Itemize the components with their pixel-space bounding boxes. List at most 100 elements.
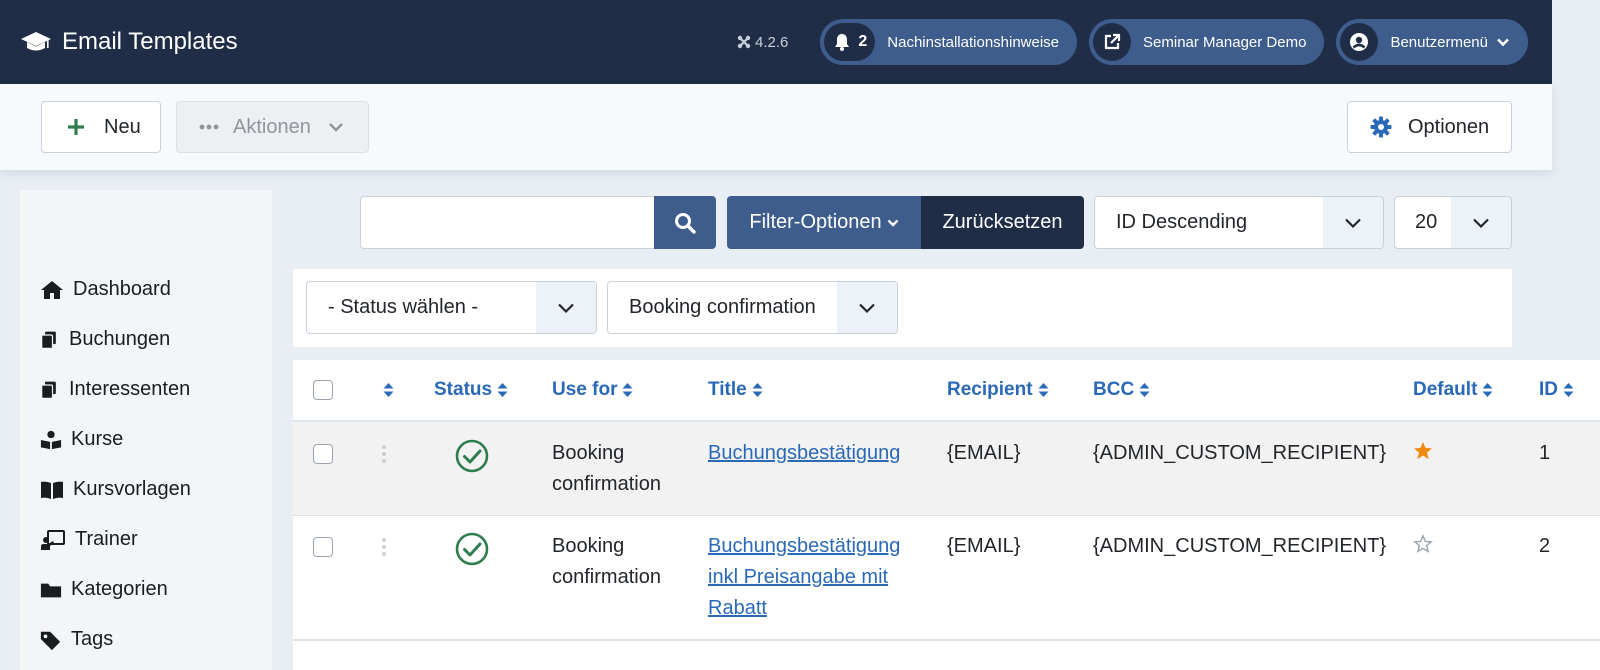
plus-icon bbox=[68, 119, 84, 135]
star-outline-icon[interactable] bbox=[1413, 534, 1433, 554]
sidebar-item-label: Dashboard bbox=[73, 278, 171, 300]
sidebar-item-label: Buchungen bbox=[69, 328, 171, 350]
chevron-down-icon bbox=[1345, 218, 1361, 228]
user-menu-label: Benutzermenü bbox=[1390, 33, 1488, 51]
new-button-label: Neu bbox=[104, 115, 141, 138]
title-column-header[interactable]: Title bbox=[708, 360, 763, 420]
chalkboard-teacher-icon bbox=[41, 529, 65, 550]
sidebar-item-label: Tags bbox=[71, 628, 114, 650]
options-label: Optionen bbox=[1408, 115, 1490, 138]
copy-icon bbox=[41, 331, 56, 349]
new-button[interactable]: Neu bbox=[41, 101, 161, 153]
sort-icon bbox=[383, 383, 394, 397]
search-input[interactable] bbox=[360, 196, 654, 249]
sidebar-item-kategorien[interactable]: Kategorien bbox=[40, 578, 168, 601]
sidebar-item-dashboard[interactable]: Dashboard bbox=[40, 278, 171, 301]
table-row: Booking confirmation Buchungsbestätigung… bbox=[293, 516, 1600, 641]
sidebar-item-label: Trainer bbox=[75, 528, 138, 550]
status-column-header[interactable]: Status bbox=[434, 360, 508, 420]
limit-select[interactable]: 20 bbox=[1394, 196, 1512, 249]
copy-icon bbox=[41, 381, 56, 399]
book-reader-icon bbox=[40, 430, 62, 449]
ellipsis-icon bbox=[199, 124, 219, 130]
external-link-icon bbox=[1104, 33, 1121, 50]
bell-icon bbox=[835, 34, 850, 51]
options-button[interactable]: Optionen bbox=[1347, 101, 1512, 153]
sidebar-item-interessenten[interactable]: Interessenten bbox=[40, 378, 190, 401]
sidebar-item-kursvorlagen[interactable]: Kursvorlagen bbox=[40, 478, 191, 501]
sort-icon bbox=[1139, 383, 1150, 397]
sort-icon bbox=[1563, 383, 1574, 397]
sidebar-item-label: Kurse bbox=[71, 428, 124, 450]
published-check-icon[interactable] bbox=[455, 439, 489, 473]
template-title-link[interactable]: Buchungsbestätigung inkl Preisangabe mit… bbox=[708, 531, 900, 624]
sidebar-item-label: Interessenten bbox=[69, 378, 191, 400]
use-for-column-header[interactable]: Use for bbox=[552, 360, 633, 420]
sidebar-item-tags[interactable]: Tags bbox=[40, 628, 113, 651]
sort-icon bbox=[1482, 383, 1493, 397]
status-filter-select[interactable]: - Status wählen - bbox=[306, 281, 597, 334]
search-button[interactable] bbox=[654, 196, 716, 249]
ordering-select[interactable]: ID Descending bbox=[1094, 196, 1384, 249]
use-for-cell: Booking confirmation bbox=[552, 535, 661, 588]
bcc-column-header[interactable]: BCC bbox=[1093, 360, 1150, 420]
recipient-cell: {EMAIL} bbox=[947, 442, 1021, 464]
sidebar-item-label: Kursvorlagen bbox=[73, 478, 191, 500]
graduation-cap-icon bbox=[21, 32, 51, 51]
bcc-cell: {ADMIN_CUSTOM_RECIPIENT} bbox=[1093, 535, 1387, 557]
sidebar-item-label: Kategorien bbox=[71, 578, 168, 600]
table-row: Booking confirmation Buchungsbestätigung… bbox=[293, 422, 1600, 516]
view-site-label: Seminar Manager Demo bbox=[1143, 33, 1307, 51]
row-checkbox[interactable] bbox=[313, 444, 333, 464]
use-for-filter-select[interactable]: Booking confirmation bbox=[607, 281, 898, 334]
sort-icon bbox=[622, 383, 633, 397]
drag-handle-icon[interactable] bbox=[381, 537, 387, 557]
row-checkbox[interactable] bbox=[313, 537, 333, 557]
home-icon bbox=[41, 280, 63, 299]
id-cell: 2 bbox=[1539, 535, 1551, 557]
id-column-header[interactable]: ID bbox=[1539, 360, 1574, 420]
table-header: Status Use for Title Recipient BCC Defau… bbox=[293, 360, 1600, 422]
limit-value: 20 bbox=[1415, 211, 1438, 233]
chevron-down-icon bbox=[1497, 38, 1509, 47]
star-filled-icon[interactable] bbox=[1413, 441, 1433, 461]
recipient-column-header[interactable]: Recipient bbox=[947, 360, 1049, 420]
gear-icon bbox=[1370, 116, 1392, 138]
sort-icon bbox=[497, 383, 508, 397]
default-column-header[interactable]: Default bbox=[1413, 360, 1493, 420]
template-title-link[interactable]: Buchungsbestätigung bbox=[708, 438, 900, 469]
use-for-filter-value: Booking confirmation bbox=[629, 296, 816, 318]
joomla-icon bbox=[737, 35, 751, 49]
actions-label: Aktionen bbox=[233, 115, 311, 138]
sort-icon bbox=[752, 383, 763, 397]
published-check-icon[interactable] bbox=[455, 532, 489, 566]
post-install-messages-button[interactable]: 2 Nachinstallationshinweise bbox=[820, 19, 1078, 65]
recipient-cell: {EMAIL} bbox=[947, 535, 1021, 557]
sidebar-item-kurse[interactable]: Kurse bbox=[40, 428, 123, 451]
sidebar-item-trainer[interactable]: Trainer bbox=[40, 528, 138, 551]
ordering-value: ID Descending bbox=[1116, 211, 1248, 233]
chevron-down-icon bbox=[887, 219, 898, 227]
post-install-label: Nachinstallationshinweise bbox=[887, 33, 1060, 51]
version-label: 4.2.6 bbox=[754, 33, 789, 51]
view-site-button[interactable]: Seminar Manager Demo bbox=[1089, 19, 1325, 65]
filter-options-button[interactable]: Filter-Optionen bbox=[727, 196, 921, 249]
folder-icon bbox=[40, 583, 62, 597]
ordering-sort-header[interactable] bbox=[378, 360, 394, 420]
status-filter-value: - Status wählen - bbox=[328, 296, 479, 318]
sidebar-item-buchungen[interactable]: Buchungen bbox=[40, 328, 170, 351]
bcc-cell: {ADMIN_CUSTOM_RECIPIENT} bbox=[1093, 442, 1387, 464]
chevron-down-icon bbox=[558, 303, 574, 313]
actions-dropdown[interactable]: Aktionen bbox=[176, 101, 369, 153]
brand: Email Templates bbox=[20, 28, 238, 56]
notification-count: 2 bbox=[858, 33, 868, 50]
id-cell: 1 bbox=[1539, 442, 1551, 464]
chevron-down-icon bbox=[328, 123, 343, 132]
user-menu-button[interactable]: Benutzermenü bbox=[1336, 19, 1528, 65]
user-circle-icon bbox=[1350, 33, 1369, 51]
toolbar: Neu Aktionen Optionen bbox=[0, 84, 1552, 170]
reset-button[interactable]: Zurücksetzen bbox=[921, 196, 1084, 249]
select-all-checkbox[interactable] bbox=[313, 380, 333, 400]
page-title: Email Templates bbox=[62, 28, 238, 55]
drag-handle-icon[interactable] bbox=[381, 444, 387, 464]
